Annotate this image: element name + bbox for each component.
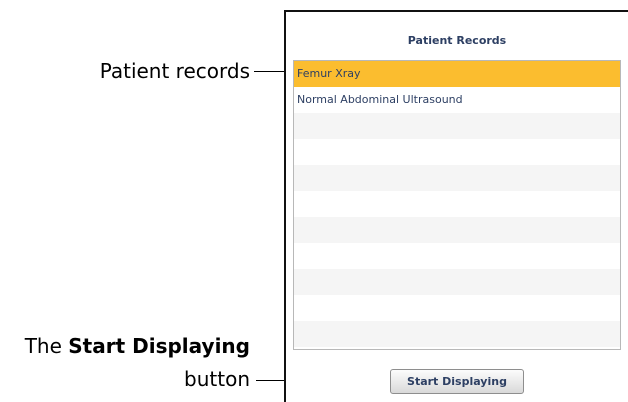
record-row-normal-abdominal-ultrasound[interactable]: Normal Abdominal Ultrasound <box>294 87 620 113</box>
empty-record-row <box>294 165 620 191</box>
start-button-callout-bold: Start Displaying <box>68 334 250 358</box>
patient-records-callout: Patient records <box>99 59 250 83</box>
empty-record-row <box>294 139 620 165</box>
empty-record-row <box>294 269 620 295</box>
start-button-callout-line-1: The Start Displaying <box>25 336 250 356</box>
start-button-callout-line-2: button <box>184 367 250 391</box>
start-displaying-button[interactable]: Start Displaying <box>390 369 524 394</box>
empty-record-row <box>294 295 620 321</box>
patient-records-panel: Patient Records Femur Xray Normal Abdomi… <box>284 10 628 402</box>
empty-record-row <box>294 191 620 217</box>
start-button-callout-prefix: The <box>24 334 69 358</box>
empty-record-row <box>294 217 620 243</box>
patient-records-list[interactable]: Femur Xray Normal Abdominal Ultrasound <box>293 60 621 350</box>
empty-record-row <box>294 113 620 139</box>
empty-record-row <box>294 321 620 347</box>
record-row-femur-xray[interactable]: Femur Xray <box>294 61 620 87</box>
empty-record-row <box>294 243 620 269</box>
